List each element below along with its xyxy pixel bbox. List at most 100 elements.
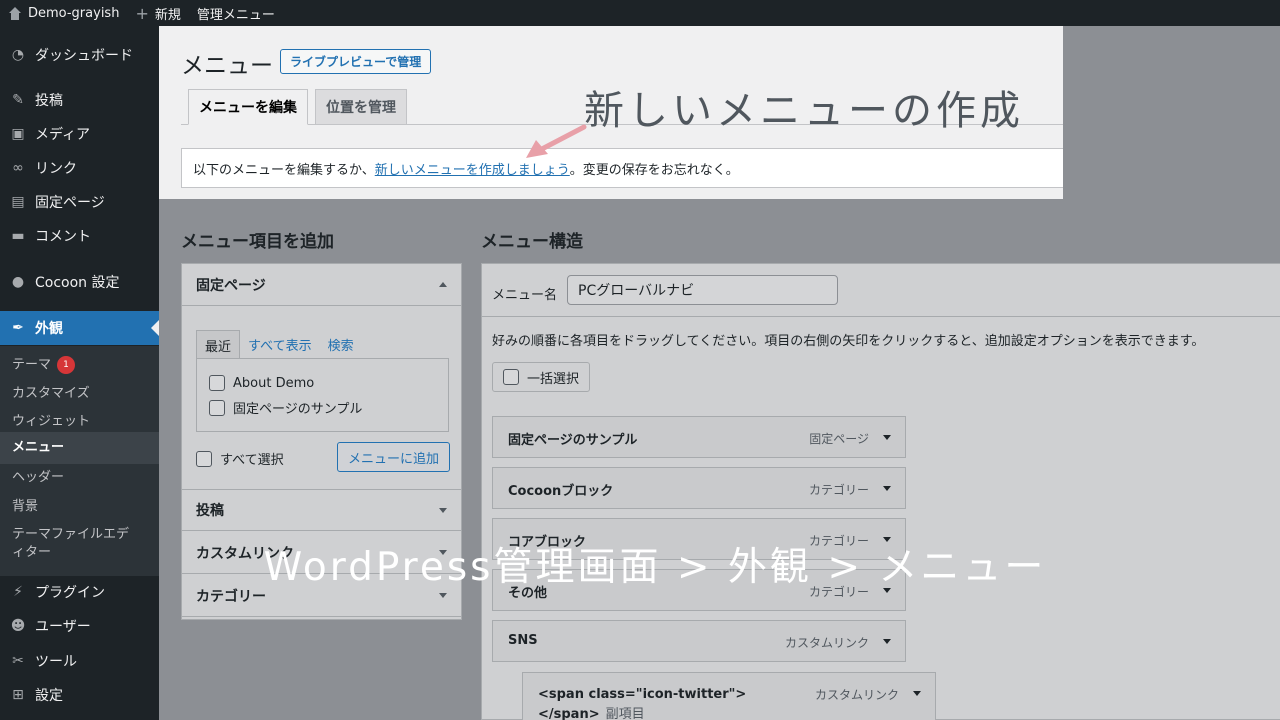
page-title: メニュー bbox=[181, 53, 273, 79]
select-all-row[interactable]: すべて選択 bbox=[196, 449, 284, 468]
settings-icon: ⊞ bbox=[12, 687, 24, 703]
cocoon-icon: ● bbox=[11, 274, 25, 290]
sidebar-item-links[interactable]: ∞ リンク bbox=[0, 151, 159, 185]
comment-icon: ▬ bbox=[11, 228, 25, 244]
bulk-select-label: 一括選択 bbox=[527, 371, 580, 387]
submenu-item-widgets[interactable]: ウィジェット bbox=[0, 413, 159, 431]
bulk-select-button[interactable]: 一括選択 bbox=[492, 362, 590, 392]
menu-name-input[interactable]: PCグローバルナビ bbox=[567, 275, 838, 305]
submenu-label: 背景 bbox=[12, 499, 39, 514]
menu-item[interactable]: SNS カスタムリンク bbox=[492, 620, 906, 662]
drag-instructions: 好みの順番に各項目をドラッグしてください。項目の右側の矢印をクリックすると、追加… bbox=[492, 334, 1205, 349]
menu-item-type: カスタムリンク bbox=[784, 636, 869, 650]
chevron-down-icon[interactable] bbox=[883, 486, 891, 491]
tab-recent[interactable]: 最近 bbox=[196, 330, 241, 360]
appearance-icon: ✒ bbox=[12, 320, 24, 336]
annotation-caption: WordPress管理画面 > 外観 > メニュー bbox=[263, 545, 1047, 590]
sidebar-item-label: コメント bbox=[35, 229, 91, 245]
page-checkbox-row[interactable]: 固定ページのサンプル bbox=[209, 398, 362, 417]
menu-structure-title: メニュー構造 bbox=[481, 232, 583, 252]
active-indicator bbox=[151, 320, 159, 336]
pages-tabs: 最近 すべて表示 検索 bbox=[196, 330, 362, 360]
sidebar-item-label: 固定ページ bbox=[35, 195, 105, 211]
new-label: 新規 bbox=[154, 7, 181, 23]
divider bbox=[482, 316, 1280, 317]
accordion-title: 投稿 bbox=[196, 503, 224, 519]
select-all-checkbox[interactable] bbox=[196, 450, 212, 467]
menu-name-label: メニュー名 bbox=[492, 288, 558, 303]
notice-text-after: 。変更の保存をお忘れなく。 bbox=[569, 162, 739, 178]
site-name-link[interactable]: Demo-grayish bbox=[0, 0, 127, 26]
submenu-item-menus[interactable]: メニュー bbox=[0, 432, 159, 464]
media-icon: ▣ bbox=[11, 126, 25, 142]
sidebar-item-pages[interactable]: ▤ 固定ページ bbox=[0, 185, 159, 219]
page-label: About Demo bbox=[233, 375, 315, 391]
sidebar-item-appearance[interactable]: ✒ 外観 bbox=[0, 311, 159, 345]
chevron-down-icon bbox=[439, 593, 447, 598]
checkbox[interactable] bbox=[209, 375, 225, 391]
new-content-link[interactable]: + 新規 bbox=[127, 0, 188, 26]
chevron-down-icon[interactable] bbox=[883, 639, 891, 644]
sidebar-item-label: 外観 bbox=[35, 321, 63, 337]
accordion-posts[interactable]: 投稿 bbox=[182, 489, 461, 531]
submenu-label: テーマ bbox=[12, 357, 52, 373]
dimmed-area bbox=[1063, 26, 1280, 199]
menu-structure-panel: メニュー名 PCグローバルナビ 好みの順番に各項目をドラッグしてください。項目の… bbox=[481, 263, 1280, 720]
sidebar-item-users[interactable]: ☻ ユーザー bbox=[0, 609, 159, 643]
sub-item-label: 副項目 bbox=[605, 707, 645, 720]
link-icon: ∞ bbox=[12, 160, 24, 176]
update-badge: 1 bbox=[57, 356, 76, 374]
admin-bar: Demo-grayish + 新規 管理メニュー bbox=[0, 0, 1280, 26]
annotation-heading: 新しいメニューの作成 bbox=[584, 88, 1024, 134]
submenu-item-customize[interactable]: カスタマイズ bbox=[0, 385, 159, 403]
page-checkbox-row[interactable]: About Demo bbox=[209, 375, 314, 391]
submenu-label: ウィジェット bbox=[12, 414, 91, 429]
checkbox[interactable] bbox=[209, 399, 225, 416]
sidebar-item-posts[interactable]: ✎ 投稿 bbox=[0, 83, 159, 117]
tab-view-all[interactable]: すべて表示 bbox=[240, 330, 320, 360]
pages-checklist: About Demo 固定ページのサンプル bbox=[196, 358, 449, 432]
sidebar-item-label: リンク bbox=[35, 161, 77, 177]
admin-sidebar: ◔ ダッシュボード ✎ 投稿 ▣ メディア ∞ リンク ▤ 固定ページ ▬ コメ… bbox=[0, 26, 159, 720]
sidebar-item-label: 投稿 bbox=[35, 93, 63, 109]
pin-icon: ✎ bbox=[12, 92, 24, 108]
tab-search[interactable]: 検索 bbox=[320, 330, 362, 360]
bulk-select-checkbox[interactable] bbox=[503, 369, 519, 385]
menu-item[interactable]: 固定ページのサンプル 固定ページ bbox=[492, 416, 906, 458]
menu-item-title: <span class="icon-twitter"> </span> 副項目 bbox=[538, 685, 746, 720]
sidebar-item-tools[interactable]: ✂ ツール bbox=[0, 644, 159, 678]
live-preview-button[interactable]: ライブプレビューで管理 bbox=[280, 49, 432, 74]
submenu-item-themes[interactable]: テーマ 1 bbox=[0, 356, 159, 375]
menu-sub-item[interactable]: <span class="icon-twitter"> </span> 副項目 カ… bbox=[522, 672, 936, 720]
sidebar-item-dashboard[interactable]: ◔ ダッシュボード bbox=[0, 38, 159, 72]
menu-item[interactable]: Cocoonブロック カテゴリー bbox=[492, 467, 906, 509]
submenu-label: カスタマイズ bbox=[12, 386, 90, 401]
plus-icon: + bbox=[135, 3, 149, 23]
sidebar-item-comments[interactable]: ▬ コメント bbox=[0, 219, 159, 253]
select-all-label: すべて選択 bbox=[220, 453, 284, 468]
chevron-down-icon[interactable] bbox=[913, 691, 921, 696]
chevron-down-icon[interactable] bbox=[883, 435, 891, 440]
sidebar-item-label: ツール bbox=[35, 654, 77, 670]
add-to-menu-button[interactable]: メニューに追加 bbox=[337, 442, 451, 472]
user-icon: ☻ bbox=[10, 618, 26, 634]
page-label: 固定ページのサンプル bbox=[233, 402, 363, 417]
sidebar-item-settings[interactable]: ⊞ 設定 bbox=[0, 678, 159, 712]
menu-item-title: SNS bbox=[508, 633, 538, 648]
sidebar-item-cocoon[interactable]: ● Cocoon 設定 bbox=[0, 265, 159, 299]
chevron-down-icon bbox=[439, 508, 447, 513]
menu-item-type: カテゴリー bbox=[808, 483, 869, 497]
sidebar-item-label: メディア bbox=[35, 127, 91, 143]
tab-manage-locations[interactable]: 位置を管理 bbox=[315, 89, 407, 125]
home-icon bbox=[8, 6, 22, 20]
sidebar-item-media[interactable]: ▣ メディア bbox=[0, 117, 159, 151]
sub-item-title-line1: <span class="icon-twitter"> bbox=[538, 687, 747, 702]
submenu-item-header[interactable]: ヘッダー bbox=[0, 469, 159, 487]
accordion-pages[interactable]: 固定ページ bbox=[182, 264, 461, 306]
submenu-item-background[interactable]: 背景 bbox=[0, 498, 159, 516]
admin-menu-link[interactable]: 管理メニュー bbox=[189, 0, 283, 26]
menu-item-type: 固定ページ bbox=[809, 432, 869, 446]
admin-menu-label: 管理メニュー bbox=[196, 7, 275, 23]
tab-edit-menus[interactable]: メニューを編集 bbox=[188, 89, 308, 125]
submenu-label: ヘッダー bbox=[12, 470, 65, 485]
